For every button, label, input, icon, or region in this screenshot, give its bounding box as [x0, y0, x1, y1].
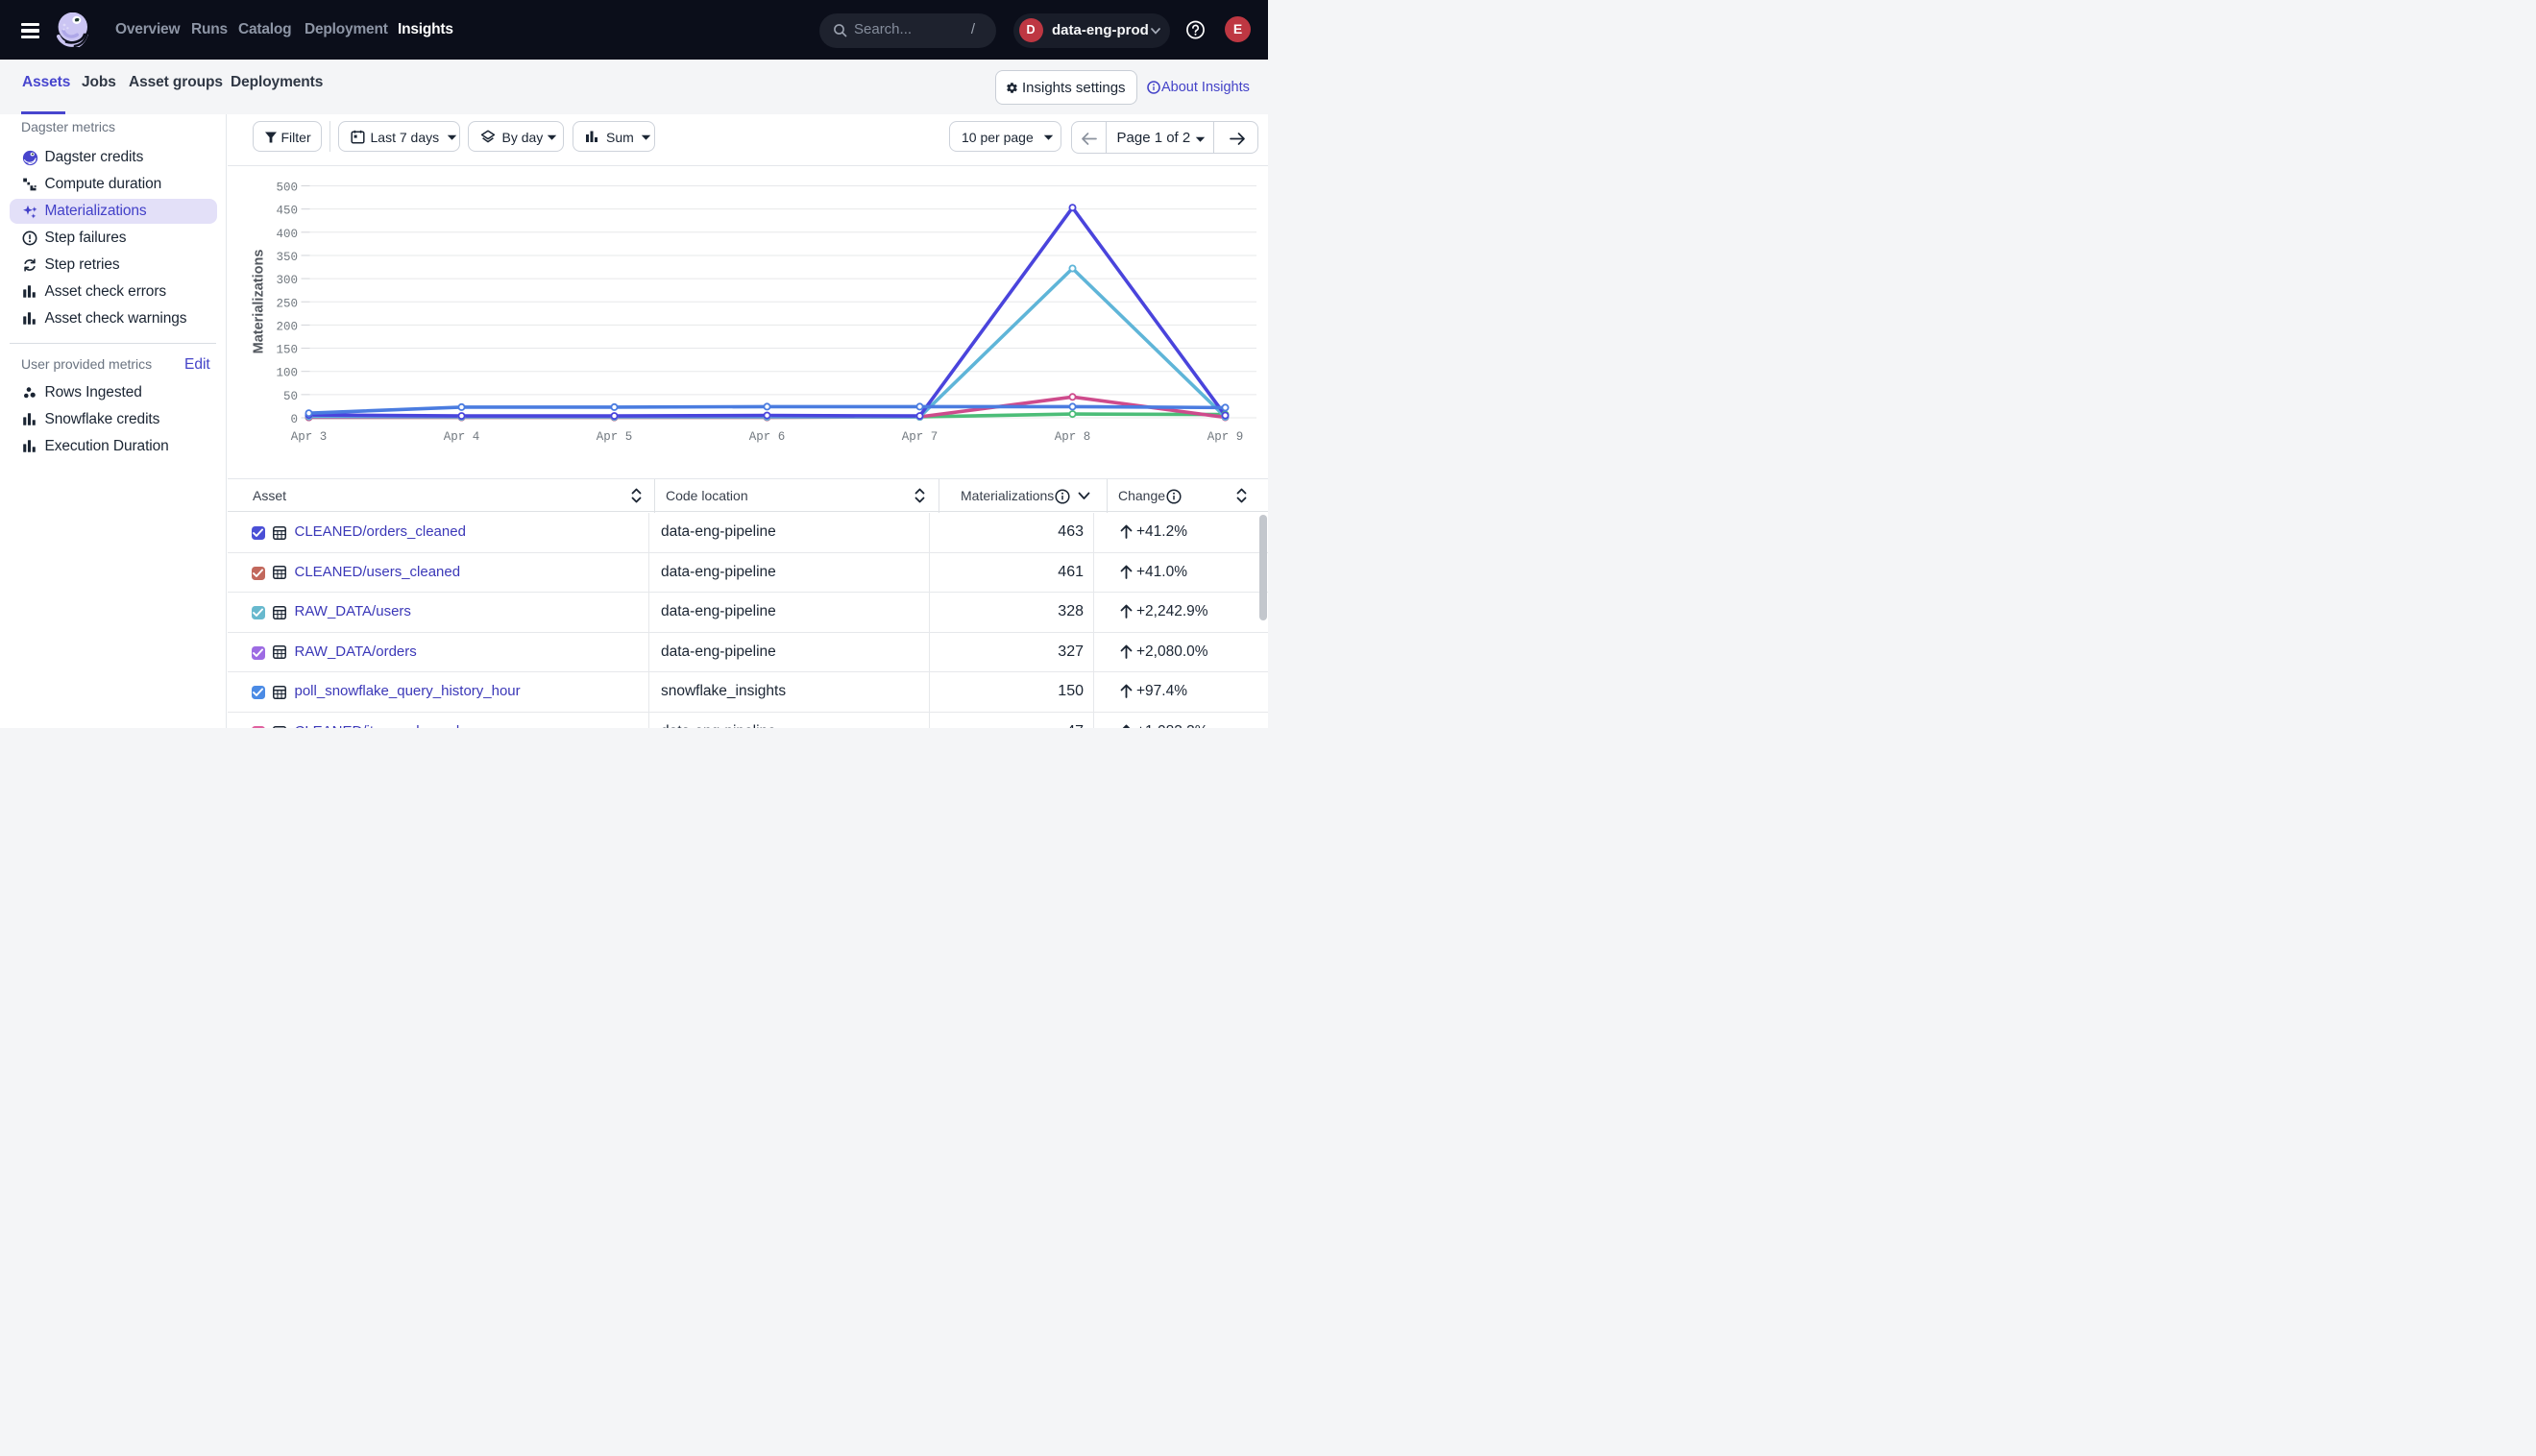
- svg-text:150: 150: [276, 344, 298, 357]
- svg-text:400: 400: [276, 228, 298, 241]
- svg-text:50: 50: [283, 390, 298, 403]
- svg-text:0: 0: [290, 413, 298, 426]
- svg-text:500: 500: [276, 182, 298, 195]
- svg-text:Apr 4: Apr 4: [444, 430, 480, 444]
- svg-text:300: 300: [276, 274, 298, 287]
- svg-text:Materializations: Materializations: [252, 250, 267, 354]
- svg-text:Apr 5: Apr 5: [597, 430, 633, 444]
- svg-text:Apr 9: Apr 9: [1207, 430, 1244, 444]
- svg-text:450: 450: [276, 205, 298, 218]
- svg-text:Apr 7: Apr 7: [902, 430, 939, 444]
- svg-text:100: 100: [276, 367, 298, 380]
- svg-text:350: 350: [276, 251, 298, 264]
- svg-text:Apr 8: Apr 8: [1055, 430, 1091, 444]
- svg-text:Apr 6: Apr 6: [749, 430, 786, 444]
- svg-text:Apr 3: Apr 3: [291, 430, 328, 444]
- svg-text:200: 200: [276, 320, 298, 333]
- svg-text:250: 250: [276, 297, 298, 310]
